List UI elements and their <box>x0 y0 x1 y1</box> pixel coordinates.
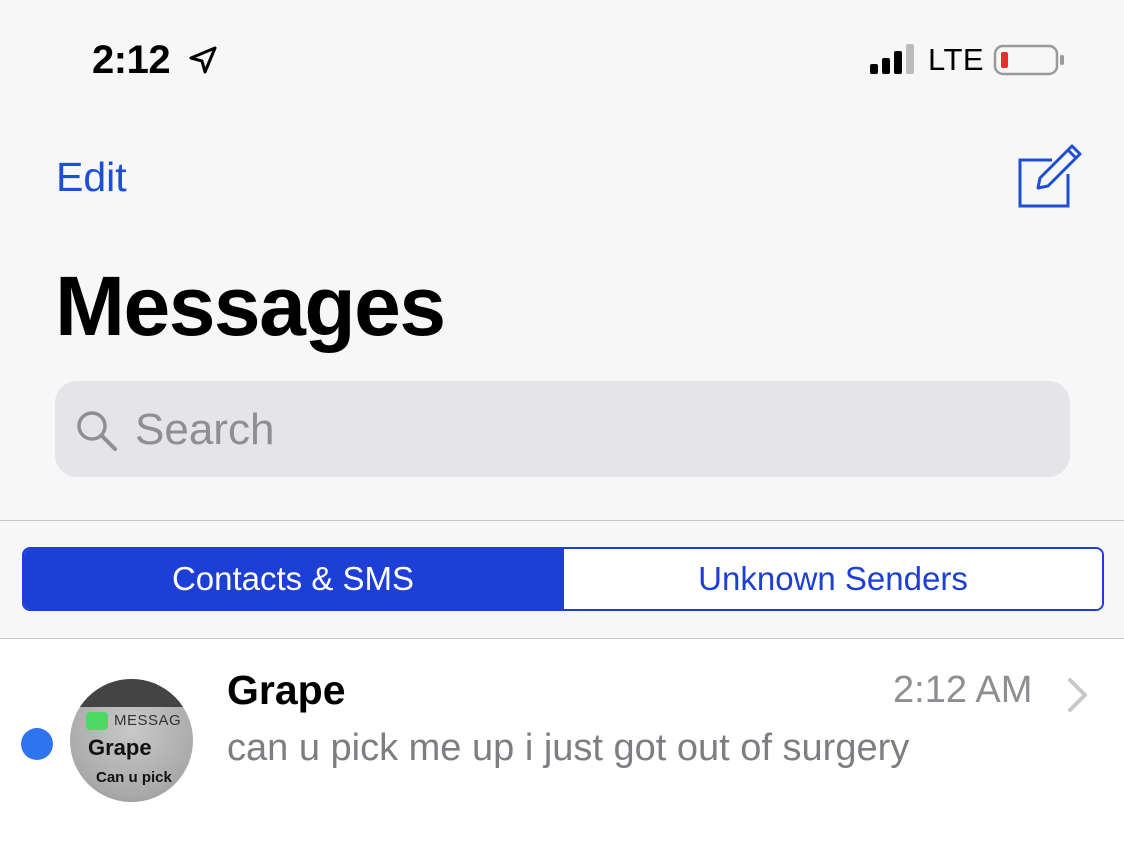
unread-indicator <box>21 728 53 760</box>
conversation-row[interactable]: MESSAG Grape Can u pick Grape 2:12 AM ca… <box>0 639 1124 841</box>
contact-name: Grape <box>227 667 346 713</box>
tab-contacts-sms[interactable]: Contacts & SMS <box>24 549 562 609</box>
status-time: 2:12 <box>92 38 171 82</box>
avatar-preview: Can u pick <box>96 769 172 786</box>
conversation-list: MESSAG Grape Can u pick Grape 2:12 AM ca… <box>0 639 1124 841</box>
message-preview: can u pick me up i just got out of surge… <box>227 727 910 769</box>
messages-app-icon <box>86 712 108 730</box>
search-placeholder: Search <box>135 405 275 454</box>
avatar-status-strip <box>70 679 193 707</box>
network-label: LTE <box>928 42 985 77</box>
search-icon <box>77 411 117 451</box>
filter-segmented-control: Contacts & SMS Unknown Senders <box>22 547 1104 611</box>
edit-button[interactable]: Edit <box>56 154 127 201</box>
compose-icon[interactable] <box>1014 142 1086 212</box>
signal-bars-icon <box>870 44 914 74</box>
message-time: 2:12 AM <box>893 669 1033 711</box>
divider <box>0 520 1124 521</box>
status-bar: 2:12 LTE <box>0 0 1124 110</box>
avatar: MESSAG Grape Can u pick <box>70 679 193 802</box>
tab-unknown-senders[interactable]: Unknown Senders <box>562 549 1102 609</box>
battery-low-icon <box>993 44 1064 76</box>
chevron-right-icon <box>1068 678 1087 712</box>
avatar-name: Grape <box>88 735 152 760</box>
avatar-app-label: MESSAG <box>114 712 182 729</box>
location-arrow-icon <box>189 46 217 74</box>
search-input[interactable]: Search <box>55 381 1070 477</box>
page-title: Messages <box>55 259 446 353</box>
